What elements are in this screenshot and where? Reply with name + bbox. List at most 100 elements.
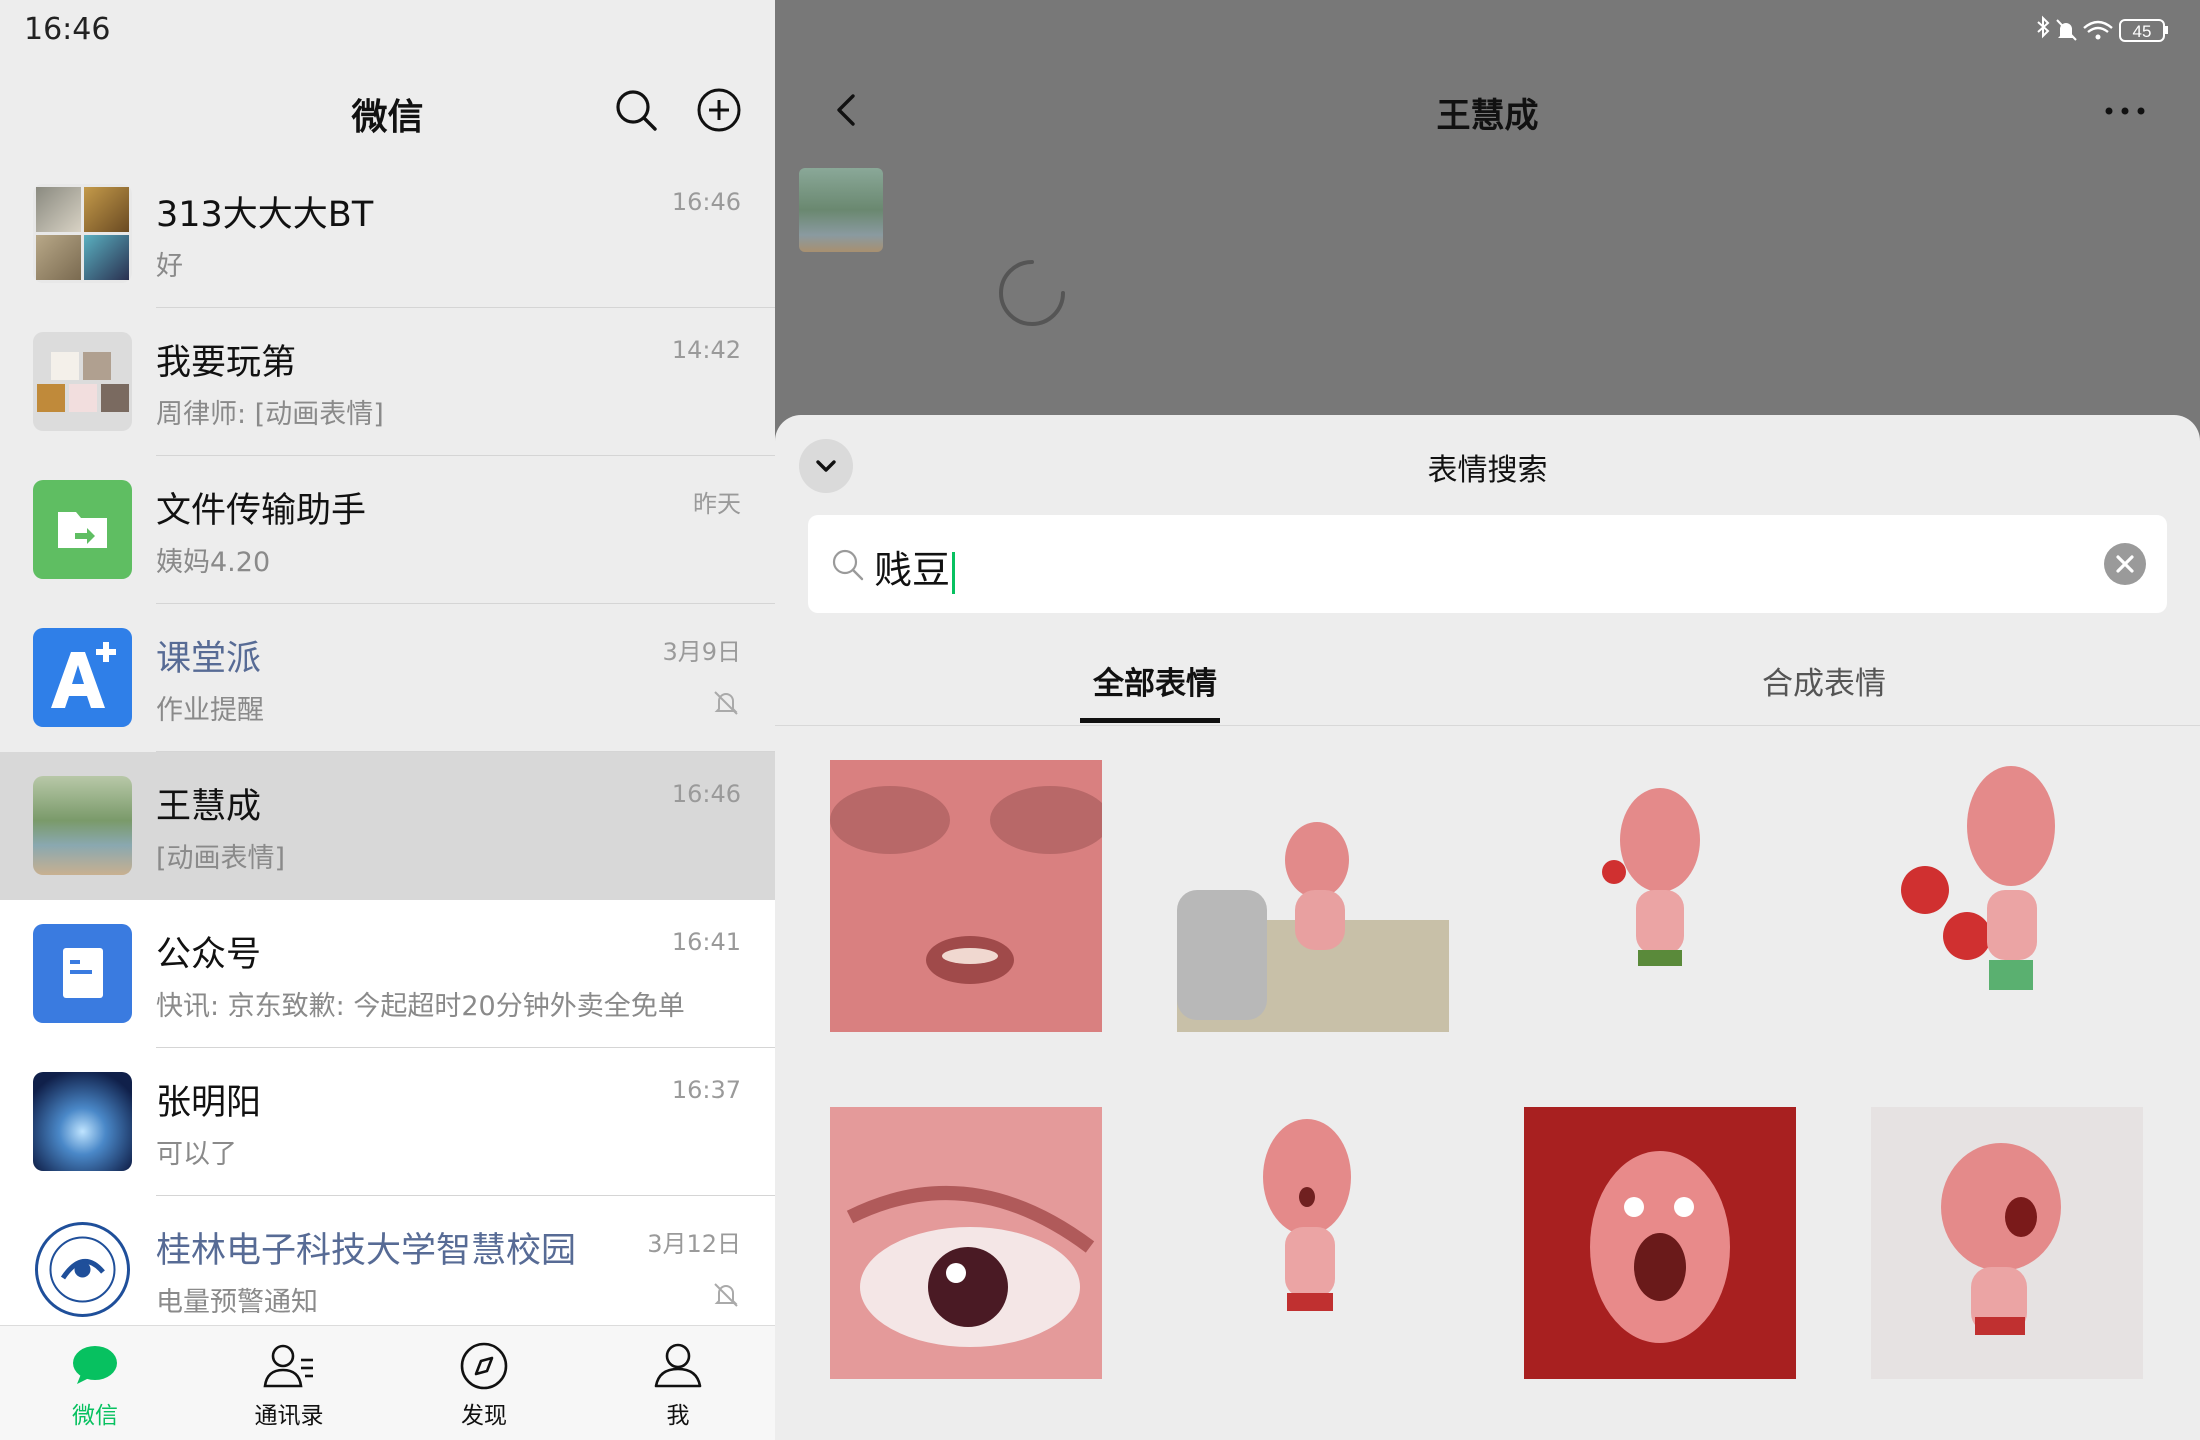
sticker-closeup-face-image	[830, 760, 1102, 1032]
chat-time: 3月9日	[662, 638, 741, 666]
chat-time: 16:46	[671, 780, 741, 808]
chat-item-official-accounts[interactable]: 公众号 快讯: 京东致歉: 今起超时20分钟外卖全免单 16:41	[0, 900, 775, 1048]
chat-name: 桂林电子科技大学智慧校园	[156, 1231, 577, 1271]
chat-item-file-transfer[interactable]: 文件传输助手 姨妈4.20 昨天	[0, 456, 775, 604]
tab-label: 通讯录	[254, 1403, 324, 1429]
chat-time: 昨天	[693, 490, 741, 518]
ketangpai-avatar	[33, 628, 132, 727]
chat-time: 14:42	[671, 336, 741, 364]
conversation-title: 王慧成	[1436, 96, 1539, 136]
bluetooth-icon	[2037, 15, 2050, 39]
sticker-item[interactable]	[1524, 1107, 1796, 1379]
tab-label: 发现	[461, 1403, 507, 1429]
chat-item-guet-campus[interactable]: 桂林电子科技大学智慧校园 电量预警通知 3月12日	[0, 1196, 775, 1344]
university-seal-icon	[35, 1222, 130, 1317]
compass-icon	[460, 1342, 508, 1390]
sticker-bean-shouting-image	[1177, 1107, 1449, 1379]
tab-label: 微信	[72, 1403, 118, 1429]
chat-item-wang-huicheng[interactable]: 王慧成 [动画表情] 16:46	[0, 752, 775, 900]
chat-item-zhang-mingyang[interactable]: 张明阳 可以了 16:37	[0, 1048, 775, 1196]
search-icon	[832, 549, 864, 581]
status-bar-time: 16:46	[24, 12, 111, 47]
svg-text:45: 45	[2133, 22, 2152, 41]
chat-preview: [动画表情]	[156, 843, 286, 874]
sticker-item[interactable]	[1871, 1107, 2143, 1379]
chat-list-pane: 16:46 微信 313大大大BT 好 16:46 我要玩第 周律师: [动画表…	[0, 0, 775, 1440]
chat-list-header: 微信	[0, 60, 775, 160]
system-status-icons: 45	[2037, 15, 2168, 42]
text-caret	[952, 551, 956, 594]
sticker-item[interactable]	[830, 1107, 1102, 1379]
chat-name: 课堂派	[156, 639, 262, 679]
muted-bell-icon	[714, 691, 738, 715]
official-accounts-avatar	[33, 924, 132, 1023]
chat-name: 文件传输助手	[156, 491, 367, 531]
chat-name: 张明阳	[156, 1083, 262, 1123]
conversation-pane: 45 王慧成 表情搜索 贱豆 全部表情 合成表情	[775, 0, 2200, 1440]
chat-time: 16:46	[671, 188, 741, 216]
add-icon[interactable]	[695, 86, 743, 134]
message-sticker-thumbnail[interactable]	[799, 168, 883, 252]
chat-time: 16:41	[671, 928, 741, 956]
sticker-item[interactable]	[1524, 760, 1796, 1032]
chat-name: 王慧成	[156, 787, 262, 827]
a-plus-logo-icon	[51, 642, 116, 708]
chat-time: 3月12日	[647, 1230, 741, 1258]
sticker-item[interactable]	[1177, 760, 1449, 1032]
bottom-tab-bar: 微信 通讯录 发现 我	[0, 1325, 775, 1440]
tab-all-stickers[interactable]: 全部表情	[1093, 658, 1217, 703]
chat-bubble-icon	[73, 1346, 117, 1384]
wifi-icon	[2083, 20, 2113, 40]
muted-bell-icon	[714, 1283, 738, 1307]
chat-list: 313大大大BT 好 16:46 我要玩第 周律师: [动画表情] 14:42	[0, 160, 775, 1344]
group-avatar	[33, 184, 132, 283]
chat-item-wo-yao-wan[interactable]: 我要玩第 周律师: [动画表情] 14:42	[0, 308, 775, 456]
chat-time: 16:37	[671, 1076, 741, 1104]
tab-label: 我	[666, 1403, 690, 1429]
sticker-item[interactable]	[1177, 1107, 1449, 1379]
university-seal-avatar	[33, 1220, 132, 1319]
contact-avatar	[33, 776, 132, 875]
chat-preview: 快讯: 京东致歉: 今起超时20分钟外卖全免单	[156, 991, 685, 1022]
chat-name: 313大大大BT	[156, 195, 374, 235]
chat-preview: 周律师: [动画表情]	[156, 399, 384, 430]
tab-discover[interactable]: 发现	[424, 1338, 544, 1430]
tab-composite-stickers[interactable]: 合成表情	[1762, 658, 1886, 703]
group-avatar	[33, 332, 132, 431]
sticker-item[interactable]	[1871, 760, 2143, 1032]
clear-icon[interactable]	[2103, 542, 2147, 586]
more-options-icon[interactable]	[2100, 96, 2150, 126]
battery-icon: 45	[2119, 19, 2168, 42]
chat-name: 公众号	[156, 935, 262, 975]
sticker-bean-rushing-image	[1871, 1107, 2143, 1379]
chat-preview: 好	[156, 251, 183, 282]
sticker-bean-angry-red-image	[1524, 1107, 1796, 1379]
sticker-search-sheet: 表情搜索 贱豆 全部表情 合成表情	[775, 415, 2200, 1440]
loading-spinner-icon	[999, 260, 1065, 326]
person-icon	[654, 1343, 702, 1388]
chat-preview: 电量预警通知	[156, 1287, 318, 1318]
chat-preview: 可以了	[156, 1139, 237, 1170]
file-transfer-avatar	[33, 480, 132, 579]
chat-item-ketangpai[interactable]: 课堂派 作业提醒 3月9日	[0, 604, 775, 752]
sheet-title: 表情搜索	[1427, 453, 1548, 488]
contact-avatar	[33, 1072, 132, 1171]
tab-wechat[interactable]: 微信	[35, 1338, 155, 1430]
search-query: 贱豆	[874, 548, 951, 592]
chat-preview: 作业提醒	[156, 695, 264, 726]
mute-bell-icon	[2056, 19, 2077, 41]
active-tab-underline	[1080, 718, 1220, 723]
tab-me[interactable]: 我	[618, 1338, 738, 1430]
sticker-eye-closeup-image	[830, 1107, 1102, 1379]
tab-contacts[interactable]: 通讯录	[229, 1338, 349, 1430]
contacts-icon	[263, 1344, 313, 1388]
folder-icon	[58, 512, 107, 548]
sticker-search-input[interactable]: 贱豆	[808, 515, 2167, 613]
chat-name: 我要玩第	[156, 343, 297, 383]
sticker-bean-on-bed-image	[1177, 760, 1449, 1032]
chat-item-313[interactable]: 313大大大BT 好 16:46	[0, 160, 775, 308]
sticker-bean-with-rose-image	[1524, 760, 1796, 1032]
search-icon[interactable]	[612, 86, 660, 134]
sticker-item[interactable]	[830, 760, 1102, 1032]
sticker-tabs: 全部表情 合成表情	[775, 630, 2200, 726]
